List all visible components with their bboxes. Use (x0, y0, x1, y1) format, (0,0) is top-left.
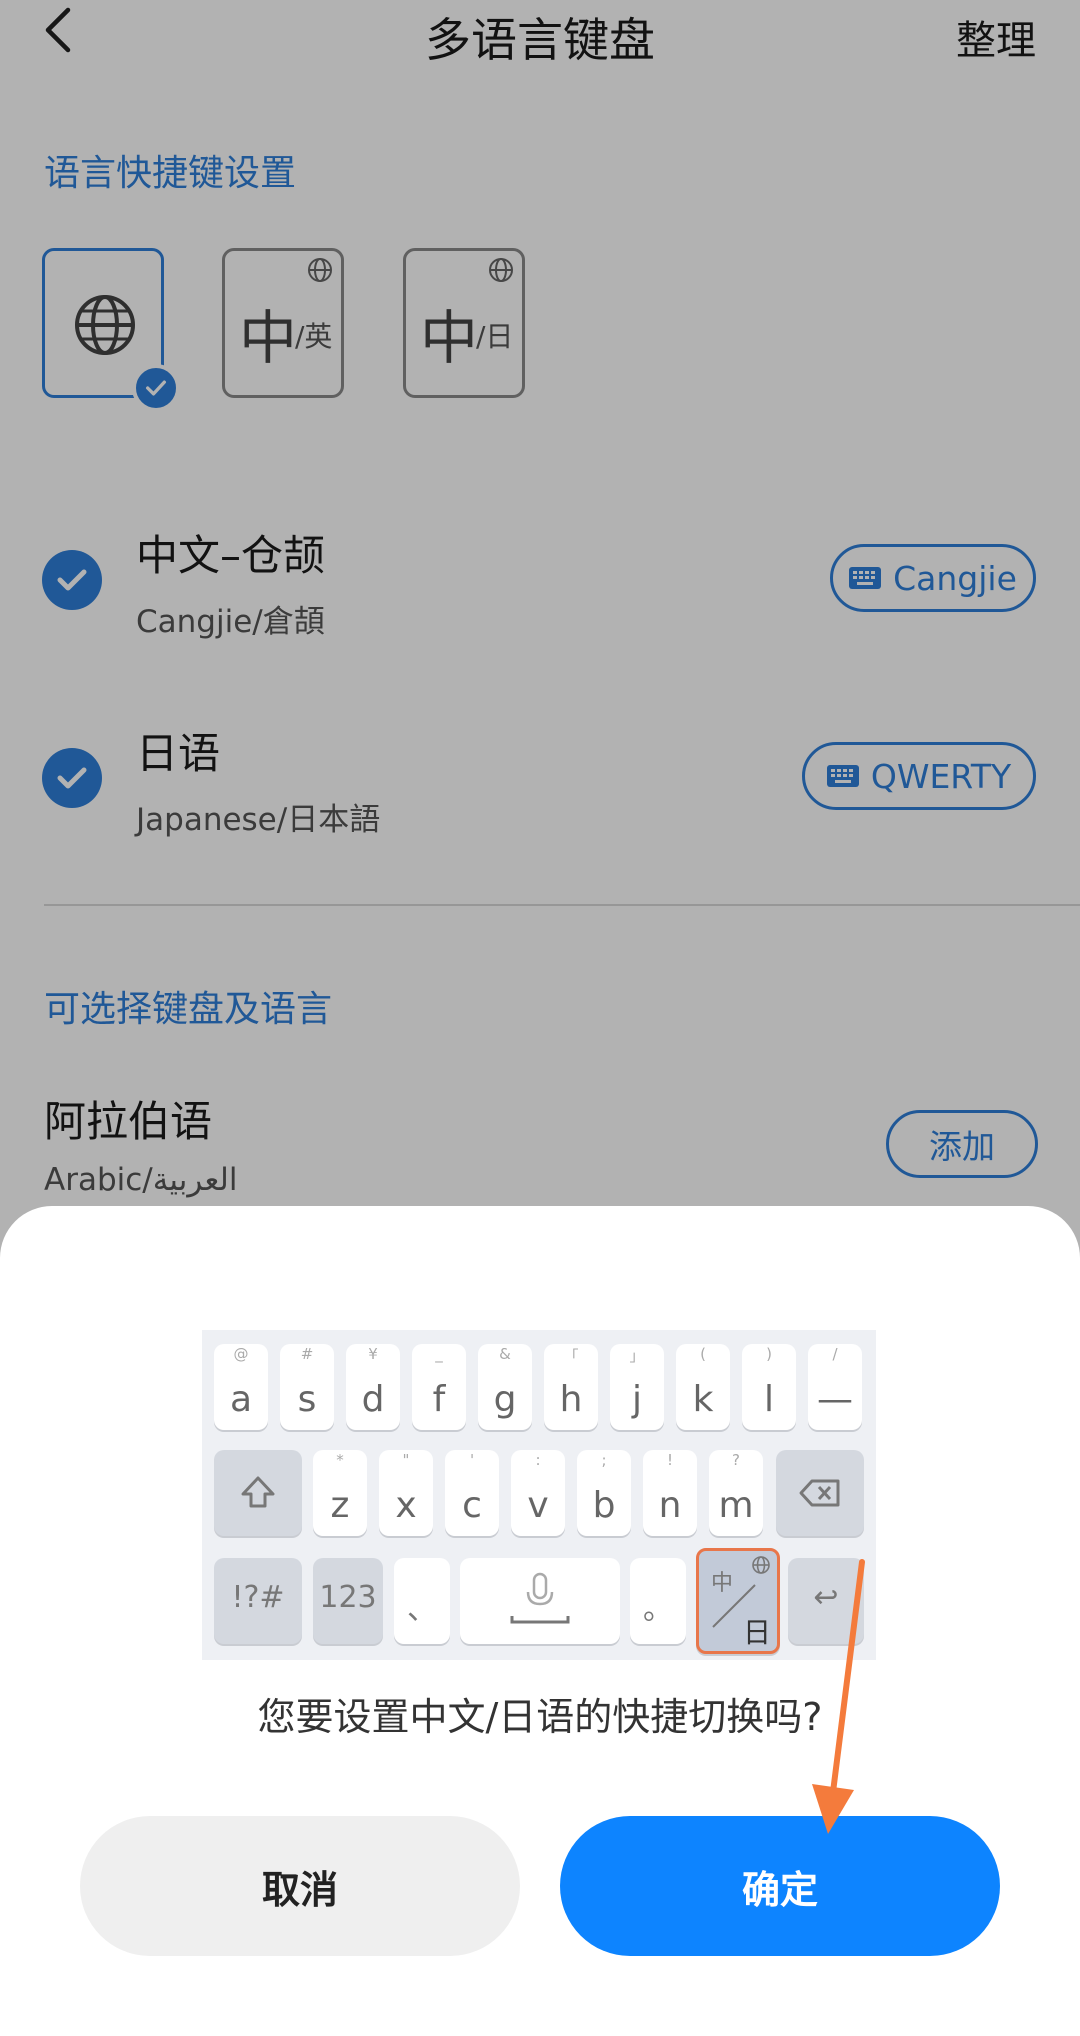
backspace-icon (799, 1479, 840, 1507)
key-sup: ? (732, 1451, 740, 1469)
key-s: # s (280, 1344, 334, 1430)
key-sup: ' (469, 1451, 475, 1469)
key-f: _ f (412, 1344, 466, 1430)
period-key: 。 (630, 1558, 686, 1644)
key-sup: : (535, 1451, 541, 1469)
enter-key: ↩ (788, 1558, 864, 1644)
key-sup: ; (601, 1451, 607, 1469)
key-main: h (559, 1379, 583, 1420)
numbers-key: 123 (313, 1558, 383, 1644)
cancel-button[interactable]: 取消 (80, 1816, 520, 1956)
shift-icon (241, 1476, 275, 1508)
comma-key: 、 (394, 1558, 450, 1644)
keyboard-preview: @ a # s ¥ d _ f & g 「h 」 j (k ) l / — * z " x ' c :… (202, 1330, 876, 1660)
key-main: x (395, 1485, 417, 1526)
key-sup: @ (233, 1345, 249, 1363)
microphone-icon (510, 1572, 570, 1624)
globe-icon (752, 1556, 770, 1574)
key-sup: ) (766, 1345, 772, 1363)
key-main: — (817, 1379, 853, 1420)
key-main: a (229, 1379, 253, 1420)
numbers-label: 123 (319, 1580, 377, 1615)
key-sup: ¥ (368, 1345, 378, 1363)
key-sup: & (499, 1345, 511, 1363)
key-k: (k (676, 1344, 730, 1430)
key-sup: _ (435, 1345, 443, 1363)
lang-key-bottom: 日 (743, 1616, 772, 1649)
key-m: ? m (709, 1450, 763, 1536)
confirm-button[interactable]: 确定 (560, 1816, 1000, 1956)
period-label: 。 (643, 1592, 673, 1627)
enter-label: ↩ (813, 1580, 839, 1615)
key-main: j (631, 1379, 642, 1420)
key-main: g (493, 1379, 517, 1420)
key-v: :v (511, 1450, 565, 1536)
symbols-key: !?# (214, 1558, 302, 1644)
key-main: d (361, 1379, 385, 1420)
key-z: * z (313, 1450, 367, 1536)
comma-label: 、 (407, 1592, 437, 1627)
key-sup: # (300, 1345, 314, 1363)
space-key (460, 1558, 620, 1644)
key-sup: 」 (629, 1347, 645, 1365)
backspace-key (776, 1450, 864, 1536)
key-l: ) l (742, 1344, 796, 1430)
key-main: s (297, 1379, 317, 1420)
key-main: k (692, 1379, 714, 1420)
key-h: 「h (544, 1344, 598, 1430)
key-sup: ! (666, 1451, 673, 1469)
key-main: m (718, 1485, 754, 1526)
key-main: l (763, 1379, 774, 1420)
key-main: c (462, 1485, 482, 1526)
key-main: f (432, 1379, 446, 1420)
language-switch-key: 中 日 (696, 1548, 780, 1654)
key-b: ; b (577, 1450, 631, 1536)
key-sup: 「 (563, 1347, 579, 1365)
key-c: ' c (445, 1450, 499, 1536)
key-j: 」 j (610, 1344, 664, 1430)
dialog-question: 您要设置中文/日语的快捷切换吗? (257, 1695, 823, 1739)
key-x: " x (379, 1450, 433, 1536)
key-sup: " (402, 1451, 410, 1469)
key-main: n (658, 1485, 682, 1526)
key-sup: / (832, 1345, 838, 1363)
key-g: & g (478, 1344, 532, 1430)
key-main: v (527, 1485, 549, 1526)
key-a: @ a (214, 1344, 268, 1430)
key-dash: / — (808, 1344, 862, 1430)
key-n: ! n (643, 1450, 697, 1536)
key-sup: ( (700, 1345, 706, 1363)
key-d: ¥ d (346, 1344, 400, 1430)
key-main: z (330, 1485, 350, 1526)
symbols-label: !?# (231, 1580, 285, 1615)
key-main: b (592, 1485, 616, 1526)
key-sup: * (336, 1451, 344, 1469)
shift-key (214, 1450, 302, 1536)
